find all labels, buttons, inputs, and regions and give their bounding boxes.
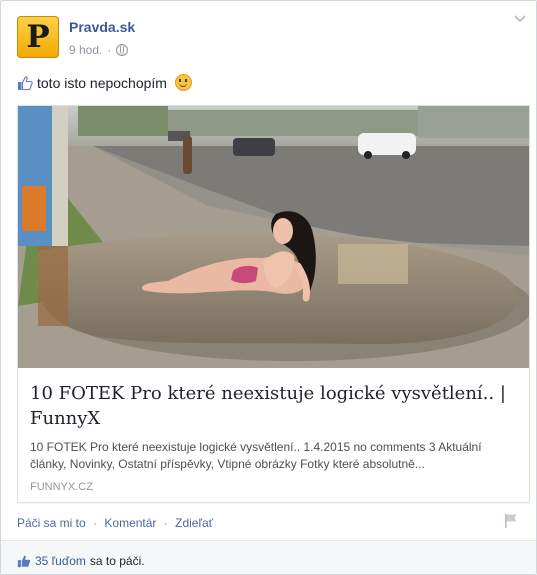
likes-summary: 35 ľuďom sa to páči. (17, 554, 145, 568)
avatar-letter: P (26, 19, 50, 55)
likes-suffix: sa to páči. (89, 554, 145, 568)
page-name-link[interactable]: Pravda.sk (69, 19, 135, 35)
likes-count-link[interactable]: 35 ľuďom (35, 554, 86, 568)
comment-button[interactable]: Komentár (104, 516, 156, 530)
meta-separator: · (107, 43, 112, 57)
link-description: 10 FOTEK Pro které neexistuje logické vy… (30, 440, 482, 471)
page-avatar[interactable]: P (17, 16, 59, 58)
link-preview[interactable]: 10 FOTEK Pro které neexistuje logické vy… (17, 105, 530, 503)
share-button[interactable]: Zdieľať (175, 516, 213, 530)
thumbs-up-icon (17, 555, 31, 568)
feed-post: P Pravda.sk 9 hod. · toto isto nepochopí… (0, 0, 537, 575)
link-title[interactable]: 10 FOTEK Pro které neexistuje logické vy… (30, 381, 520, 431)
chevron-down-icon[interactable] (514, 15, 526, 23)
like-button[interactable]: Páči sa mi to (17, 516, 86, 530)
thumbs-up-icon (18, 75, 33, 90)
status-text: toto isto nepochopím (37, 74, 167, 91)
link-photo-image (18, 106, 529, 368)
post-actions: Páči sa mi to · Komentár · Zdieľať (17, 516, 213, 530)
post-timestamp[interactable]: 9 hod. (69, 43, 102, 57)
actions-separator: · (163, 516, 168, 530)
link-domain: FUNNYX.CZ (30, 481, 93, 493)
post-status: toto isto nepochopím (17, 74, 192, 91)
actions-separator: · (93, 516, 98, 530)
link-photo[interactable] (18, 106, 529, 368)
smiley-icon (174, 74, 192, 91)
globe-icon[interactable] (116, 44, 129, 56)
flag-icon[interactable] (504, 513, 518, 529)
post-meta: 9 hod. · (69, 43, 129, 57)
